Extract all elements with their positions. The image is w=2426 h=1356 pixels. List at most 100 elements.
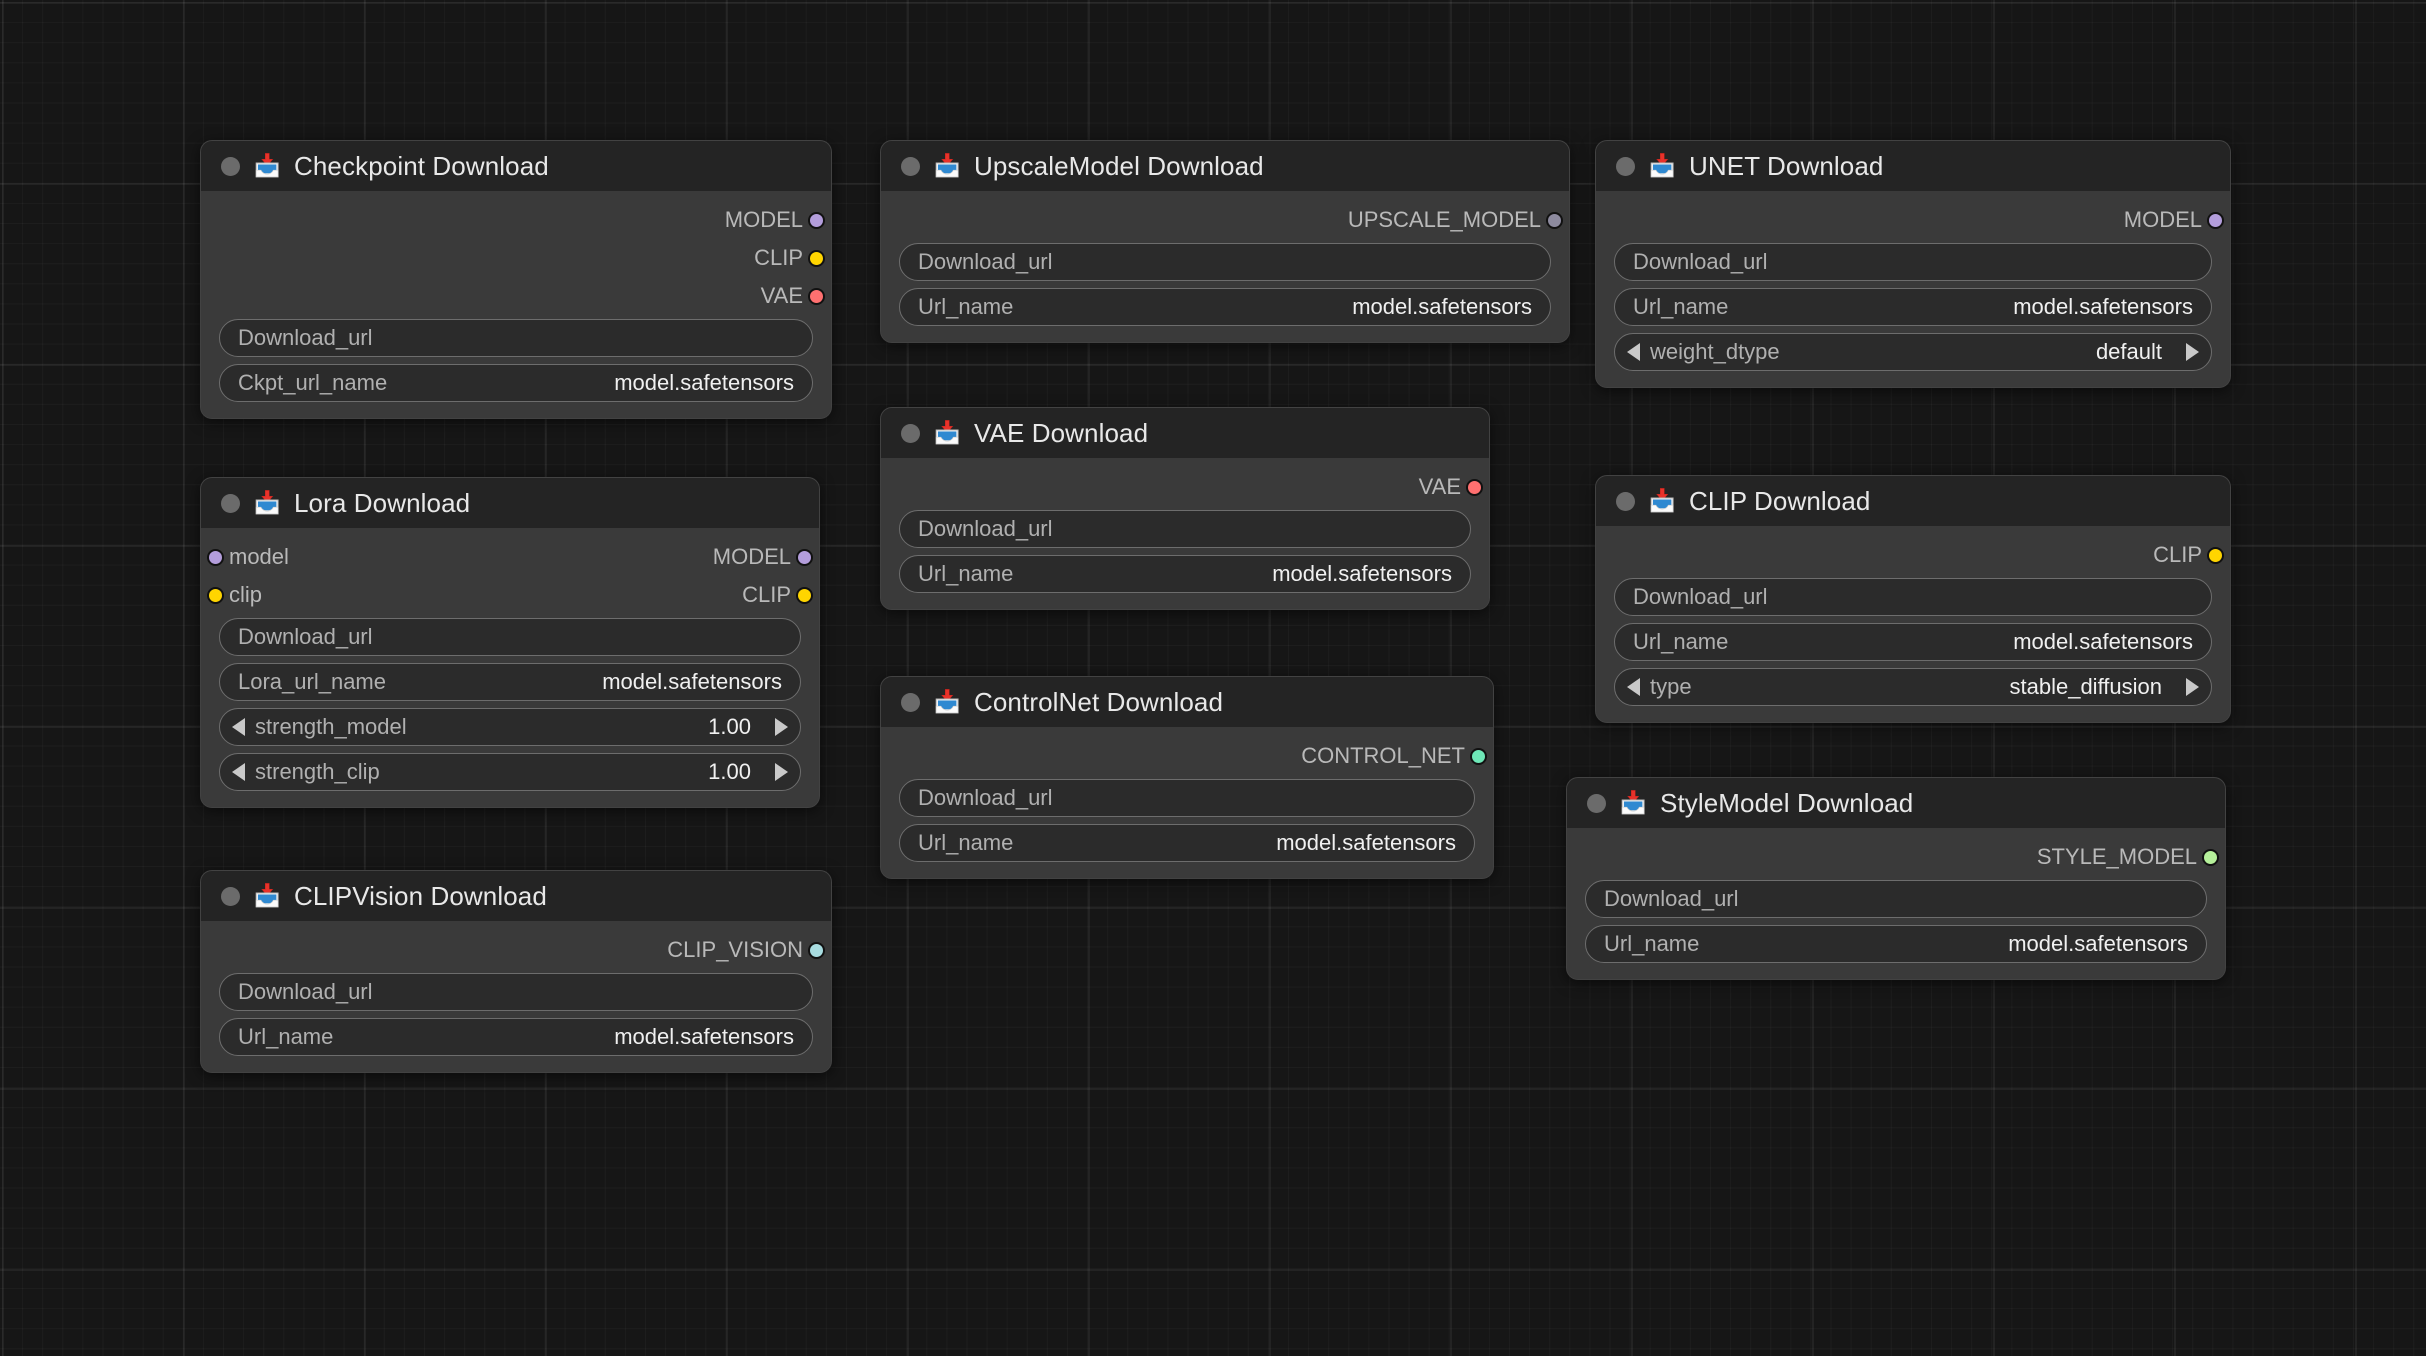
widget-value[interactable]: default [2096,339,2162,365]
widget-download_url[interactable]: Download_url [219,319,813,357]
node-collapse-toggle[interactable] [1616,491,1635,511]
widget-value[interactable]: model.safetensors [2008,931,2188,957]
widget-increment-arrow-icon[interactable] [775,763,788,781]
slot-connector-dot[interactable] [2202,848,2219,866]
widget-download_url[interactable]: Download_url [899,243,1551,281]
widget-increment-arrow-icon[interactable] [2186,343,2199,361]
node-title-bar[interactable]: UNET Download [1596,141,2230,191]
node-clipvision-download[interactable]: CLIPVision Download CLIP_VISION Download_u… [200,870,832,1073]
widget-value[interactable]: 1.00 [708,759,751,785]
widget-label: Download_url [918,785,1053,810]
slot-connector-dot[interactable] [1466,478,1483,496]
widget-value[interactable]: model.safetensors [1352,294,1532,320]
slot-connector-dot[interactable] [808,211,825,229]
slot-connector-dot[interactable] [1546,211,1563,229]
widget-value[interactable]: model.safetensors [1276,830,1456,856]
widget-value[interactable]: model.safetensors [602,669,782,695]
widget-lora_url_name[interactable]: Lora_url_name model.safetensors [219,663,801,701]
node-title-bar[interactable]: StyleModel Download [1567,778,2225,828]
slot-row: CLIP [201,239,831,277]
node-lora-download[interactable]: Lora Download model MODEL clip CLIP Download_… [200,477,820,808]
node-title-label: UNET Download [1689,150,1884,181]
widget-url_name[interactable]: Url_name model.safetensors [1614,288,2212,326]
node-stylemodel-download[interactable]: StyleModel Download STYLE_MODEL Download_u… [1566,777,2226,980]
widget-value[interactable]: model.safetensors [1272,561,1452,587]
widget-decrement-arrow-icon[interactable] [1627,343,1640,361]
input-slot-label: model [229,544,289,569]
widget-url_name[interactable]: Url_name model.safetensors [219,1018,813,1056]
node-title-bar[interactable]: VAE Download [881,408,1489,458]
node-checkpoint-download[interactable]: Checkpoint Download MODEL CLIP VAE Download_… [200,140,832,419]
slot-connector-dot[interactable] [796,548,813,566]
widget-value[interactable]: model.safetensors [614,1024,794,1050]
widget-download_url[interactable]: Download_url [219,973,813,1011]
slot-connector-dot[interactable] [808,941,825,959]
node-collapse-toggle[interactable] [1616,156,1635,176]
widget-value[interactable]: 1.00 [708,714,751,740]
slot-connector-dot[interactable] [207,548,224,566]
widget-type[interactable]: type stable_diffusion [1614,668,2212,706]
widget-increment-arrow-icon[interactable] [2186,678,2199,696]
widget-list: Download_url Url_name model.safetensors [881,239,1569,326]
widget-download_url[interactable]: Download_url [1585,880,2207,918]
slot-row: MODEL [201,201,831,239]
widget-download_url[interactable]: Download_url [1614,243,2212,281]
node-controlnet-download[interactable]: ControlNet Download CONTROL_NET Download_u… [880,676,1494,879]
widget-value[interactable]: model.safetensors [614,370,794,396]
widget-value[interactable]: model.safetensors [2013,294,2193,320]
node-collapse-toggle[interactable] [901,156,920,176]
widget-url_name[interactable]: Url_name model.safetensors [1585,925,2207,963]
slot-connector-dot[interactable] [808,249,825,267]
node-title-bar[interactable]: Lora Download [201,478,819,528]
widget-value[interactable]: stable_diffusion [2010,674,2163,700]
widget-decrement-arrow-icon[interactable] [1627,678,1640,696]
widget-download_url[interactable]: Download_url [219,618,801,656]
node-title-bar[interactable]: CLIP Download [1596,476,2230,526]
widget-download_url[interactable]: Download_url [899,779,1475,817]
widget-label: strength_model [255,714,407,739]
widget-url_name[interactable]: Url_name model.safetensors [899,288,1551,326]
slot-connector-dot[interactable] [207,586,224,604]
node-collapse-toggle[interactable] [901,692,920,712]
node-collapse-toggle[interactable] [901,423,920,443]
node-title-bar[interactable]: ControlNet Download [881,677,1493,727]
node-title-bar[interactable]: Checkpoint Download [201,141,831,191]
widget-value[interactable]: model.safetensors [2013,629,2193,655]
widget-decrement-arrow-icon[interactable] [232,718,245,736]
node-collapse-toggle[interactable] [221,493,240,513]
slot-connector-dot[interactable] [808,287,825,305]
inbox-tray-download-icon [933,420,961,446]
widget-download_url[interactable]: Download_url [1614,578,2212,616]
widget-strength_clip[interactable]: strength_clip 1.00 [219,753,801,791]
inbox-tray-download-icon [253,153,281,179]
slot-row: CLIP_VISION [201,931,831,969]
node-collapse-toggle[interactable] [1587,793,1606,813]
node-clip-download[interactable]: CLIP Download CLIP Download_url Url_name mod… [1595,475,2231,723]
node-vae-download[interactable]: VAE Download VAE Download_url Url_name model… [880,407,1490,610]
widget-url_name[interactable]: Url_name model.safetensors [1614,623,2212,661]
widget-weight_dtype[interactable]: weight_dtype default [1614,333,2212,371]
node-body: CLIP Download_url Url_name model.safetensor… [1596,526,2230,722]
node-collapse-toggle[interactable] [221,886,240,906]
widget-download_url[interactable]: Download_url [899,510,1471,548]
slot-connector-dot[interactable] [2207,546,2224,564]
node-graph-canvas[interactable]: Checkpoint Download MODEL CLIP VAE Download_… [0,0,2426,1356]
widget-increment-arrow-icon[interactable] [775,718,788,736]
node-body: MODEL Download_url Url_name model.safetenso… [1596,191,2230,387]
node-collapse-toggle[interactable] [221,156,240,176]
widget-ckpt_url_name[interactable]: Ckpt_url_name model.safetensors [219,364,813,402]
slot-connector-dot[interactable] [1470,747,1487,765]
node-title-bar[interactable]: CLIPVision Download [201,871,831,921]
widget-decrement-arrow-icon[interactable] [232,763,245,781]
slot-connector-dot[interactable] [2207,211,2224,229]
node-unet-download[interactable]: UNET Download MODEL Download_url Url_name mo… [1595,140,2231,388]
widget-list: Download_url Url_name model.safetensors [201,969,831,1056]
node-upscalemodel-download[interactable]: UpscaleModel Download UPSCALE_MODEL Downlo… [880,140,1570,343]
output-slot-label: CLIP [2153,542,2202,567]
widget-strength_model[interactable]: strength_model 1.00 [219,708,801,746]
slot-connector-dot[interactable] [796,586,813,604]
widget-url_name[interactable]: Url_name model.safetensors [899,824,1475,862]
node-title-bar[interactable]: UpscaleModel Download [881,141,1569,191]
widget-url_name[interactable]: Url_name model.safetensors [899,555,1471,593]
node-title-label: UpscaleModel Download [974,150,1264,181]
